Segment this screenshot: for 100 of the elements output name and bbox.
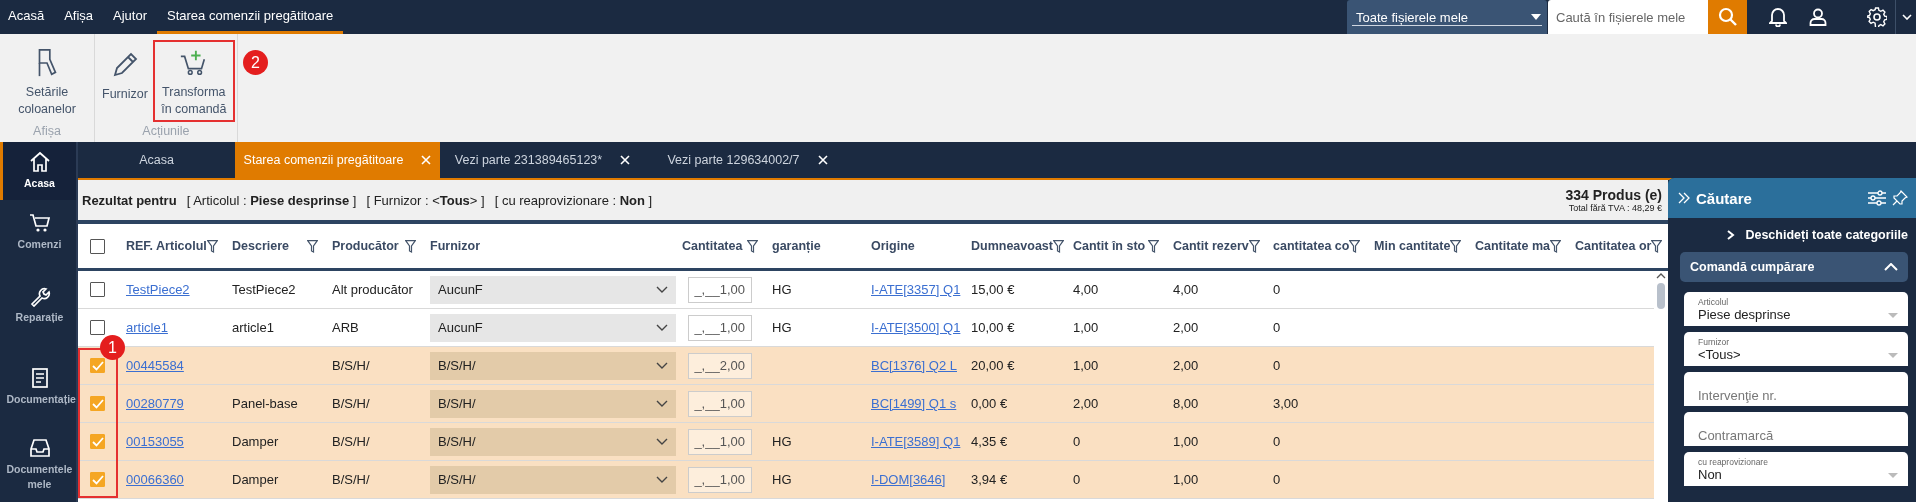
- menu-item[interactable]: Acasă: [8, 0, 55, 34]
- column-header[interactable]: Dumneavoast: [971, 239, 1053, 253]
- table-link[interactable]: 00445584: [126, 358, 184, 373]
- chevron-down-icon[interactable]: [1902, 14, 1912, 20]
- wrench-icon: [28, 285, 51, 308]
- search-button[interactable]: [1708, 0, 1747, 34]
- quantity-field[interactable]: _,__1,00: [688, 466, 752, 493]
- filter-icon[interactable]: [1248, 239, 1260, 253]
- table-row[interactable]: 00066360 Damper B/S/H/ B/S/H/ _,__1,00 HG I-DOM[3646] 3,94 € 0 1,00 0: [78, 461, 1654, 499]
- table-link[interactable]: 00153055: [126, 434, 184, 449]
- column-header[interactable]: Origine: [871, 239, 915, 253]
- supplier-dropdown[interactable]: AucunF: [430, 313, 676, 342]
- supplier-dropdown[interactable]: AucunF: [430, 275, 676, 304]
- search-field[interactable]: Caută în fișierele mele: [1548, 0, 1708, 34]
- column-header[interactable]: garanție: [772, 239, 821, 253]
- quantity-field[interactable]: _,__2,00: [688, 352, 752, 379]
- column-header[interactable]: Cantit rezerv: [1173, 239, 1249, 253]
- sliders-icon[interactable]: [1868, 190, 1886, 206]
- tab[interactable]: Vezi parte 231389465123*: [440, 142, 645, 178]
- table-link[interactable]: 00280779: [126, 396, 184, 411]
- table-link[interactable]: TestPiece2: [126, 282, 190, 297]
- filter-icon[interactable]: [405, 239, 416, 253]
- chevron-right-icon[interactable]: [1727, 230, 1736, 240]
- table-row[interactable]: 00153055 Damper B/S/H/ B/S/H/ _,__1,00 HG I-ATE[3589] Q1 4,35 € 0 1,00 0: [78, 423, 1654, 461]
- column-header[interactable]: cantitatea co: [1273, 239, 1350, 253]
- table-link[interactable]: I-ATE[3357] Q1: [871, 282, 961, 297]
- column-header[interactable]: Furnizor: [430, 239, 480, 253]
- table-link[interactable]: 00066360: [126, 472, 184, 487]
- filter-icon[interactable]: [1450, 239, 1462, 253]
- scroll-thumb[interactable]: [1657, 283, 1665, 309]
- close-icon[interactable]: [817, 155, 828, 165]
- filter-icon[interactable]: [207, 239, 218, 253]
- filter-field[interactable]: Contramarcă: [1684, 412, 1908, 446]
- column-header[interactable]: Cantitatea: [682, 239, 743, 253]
- product-count: 334 Produs (e): [1565, 187, 1662, 203]
- section-header[interactable]: Comandă cumpărare: [1680, 252, 1908, 282]
- quantity-field[interactable]: _,__1,00: [688, 428, 752, 455]
- sidebar-item[interactable]: Comenzi: [0, 200, 76, 263]
- supplier-dropdown[interactable]: B/S/H/: [430, 389, 676, 418]
- ribbon-button[interactable]: Setările coloanelor: [2, 40, 92, 122]
- column-header[interactable]: REF. Articolul: [126, 239, 207, 253]
- sidebar-item[interactable]: Documentație: [0, 347, 76, 427]
- filter-dropdown[interactable]: cu reaprovizionare Non: [1684, 452, 1908, 486]
- table-link[interactable]: article1: [126, 320, 168, 335]
- double-chevron-icon[interactable]: [1678, 192, 1690, 204]
- settings-icon[interactable]: [1867, 7, 1887, 27]
- filter-icon[interactable]: [307, 239, 318, 253]
- column-header[interactable]: Cantit în sto: [1073, 239, 1146, 253]
- table-link[interactable]: BC[1499] Q1 s: [871, 396, 957, 411]
- scope-dropdown[interactable]: Toate fișierele mele: [1347, 0, 1547, 34]
- table-link[interactable]: I-ATE[3589] Q1: [871, 434, 961, 449]
- scroll-up-icon[interactable]: [1656, 273, 1666, 279]
- row-checkbox[interactable]: [90, 396, 105, 411]
- quantity-field[interactable]: _,__1,00: [688, 276, 752, 303]
- filter-icon[interactable]: [1053, 239, 1064, 253]
- sidebar-item[interactable]: Documentele mele: [0, 426, 76, 502]
- user-icon[interactable]: [1809, 8, 1827, 26]
- row-checkbox[interactable]: [90, 282, 105, 297]
- column-header[interactable]: Descriere: [232, 239, 289, 253]
- supplier-dropdown[interactable]: B/S/H/: [430, 351, 676, 380]
- filter-field[interactable]: Intervenţie nr.: [1684, 372, 1908, 406]
- bell-icon[interactable]: [1769, 7, 1787, 27]
- table-cell: Damper: [232, 472, 279, 487]
- sidebar-item[interactable]: Acasa: [0, 142, 76, 201]
- table-cell: HG: [772, 320, 792, 335]
- column-header[interactable]: Min cantitate: [1374, 239, 1451, 253]
- supplier-dropdown[interactable]: B/S/H/: [430, 465, 676, 494]
- close-icon[interactable]: [620, 155, 631, 165]
- filter-icon[interactable]: [1550, 239, 1562, 253]
- row-checkbox[interactable]: [90, 434, 105, 449]
- ribbon-button[interactable]: Furnizor: [97, 40, 153, 122]
- filter-dropdown[interactable]: Furnizor <Tous>: [1684, 332, 1908, 366]
- sidebar-item[interactable]: Reparație: [0, 262, 76, 348]
- column-header[interactable]: Producător: [332, 239, 399, 253]
- supplier-dropdown[interactable]: B/S/H/: [430, 427, 676, 456]
- row-checkbox[interactable]: [90, 472, 105, 487]
- filter-icon[interactable]: [1148, 239, 1159, 253]
- table-link[interactable]: I-ATE[3500] Q1: [871, 320, 961, 335]
- column-header[interactable]: Cantitate ma: [1475, 239, 1551, 253]
- filter-icon[interactable]: [747, 239, 758, 253]
- menu-item[interactable]: Ajutor: [103, 0, 157, 34]
- ribbon-button[interactable]: Transforma în comandă: [152, 40, 235, 122]
- filter-dropdown[interactable]: Articolul Piese desprinse: [1684, 292, 1908, 326]
- tab[interactable]: Vezi parte 129634002/7: [645, 142, 850, 178]
- table-row[interactable]: TestPiece2 TestPiece2 Alt producător AucunF _,__1,00 HG I-ATE[3357] Q1 15,00 € 4,00 4,00 0: [78, 271, 1654, 309]
- table-link[interactable]: I-DOM[3646]: [871, 472, 946, 487]
- quantity-field[interactable]: _,__1,00: [688, 390, 752, 417]
- filter-icon[interactable]: [1349, 239, 1361, 253]
- table-row[interactable]: 00280779 Panel-base B/S/H/ B/S/H/ _,__1,00 BC[1499] Q1 s 0,00 € 2,00 8,00 3,00: [78, 385, 1654, 423]
- row-checkbox[interactable]: [90, 358, 105, 373]
- pin-icon[interactable]: [1892, 190, 1908, 206]
- tab[interactable]: Acasa: [78, 142, 235, 178]
- select-all-checkbox[interactable]: [90, 238, 105, 254]
- table-link[interactable]: BC[1376] Q2 L: [871, 358, 957, 373]
- quantity-field[interactable]: _,__1,00: [688, 314, 752, 341]
- row-checkbox[interactable]: [90, 320, 105, 335]
- column-header[interactable]: Cantitatea or: [1575, 239, 1652, 253]
- filter-icon[interactable]: [1651, 239, 1663, 253]
- menu-item[interactable]: Afișa: [54, 0, 104, 34]
- expand-all-link[interactable]: Deschideți toate categoriile: [1745, 228, 1908, 242]
